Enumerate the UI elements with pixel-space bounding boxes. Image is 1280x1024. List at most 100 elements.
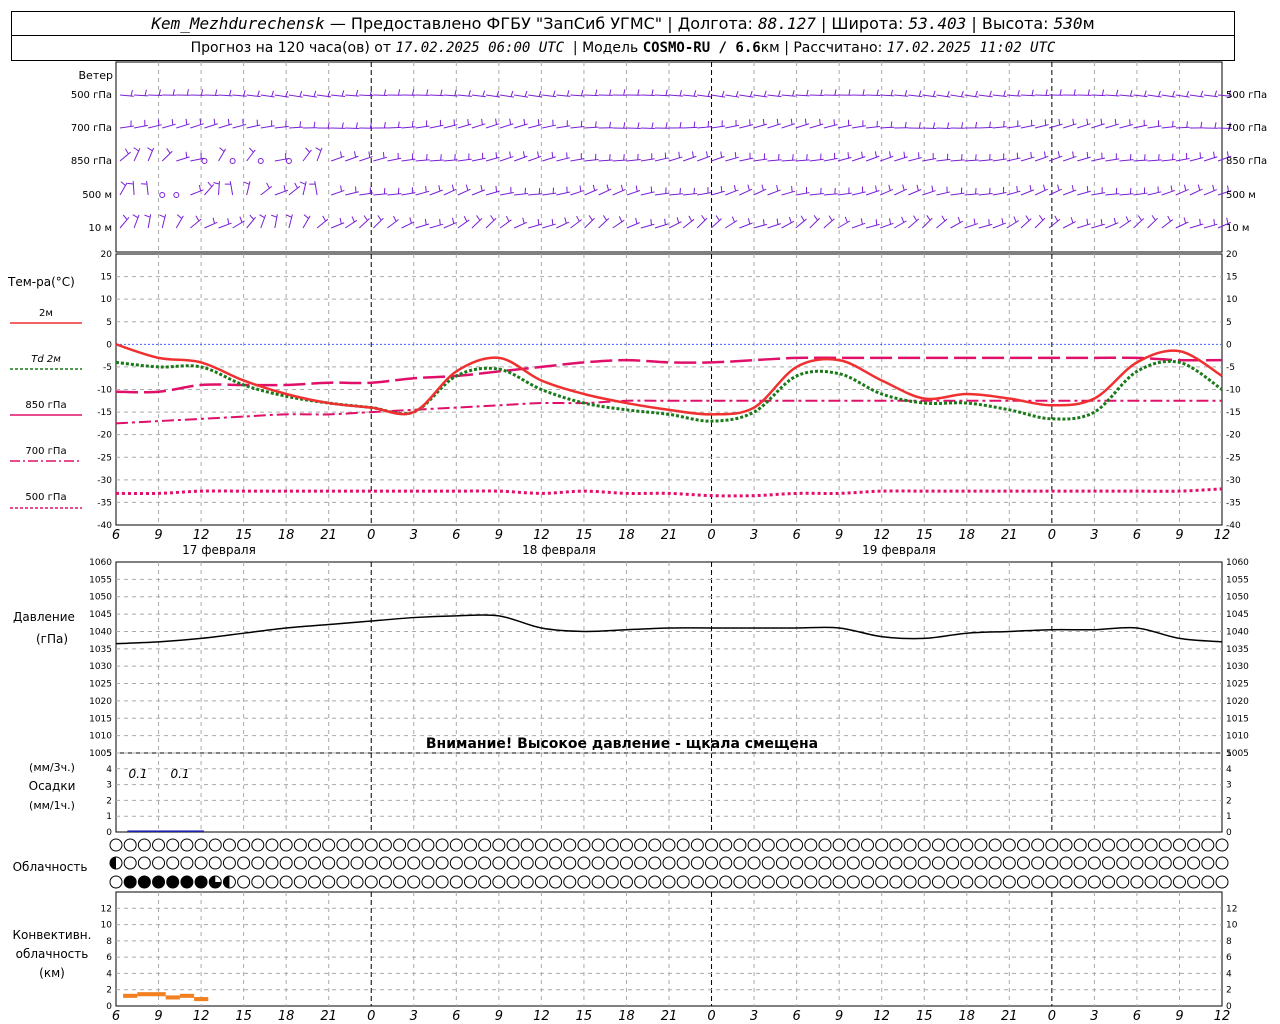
wind-barb xyxy=(640,223,655,229)
wind-barb xyxy=(823,193,838,196)
wind-barb-feather xyxy=(1025,215,1030,221)
cloud-cover-clear-icon xyxy=(137,856,151,870)
wind-barb xyxy=(457,188,471,196)
wind-barb-feather xyxy=(1001,218,1004,225)
pressure-ytick-label-left: 1050 xyxy=(89,593,112,603)
cloud-cover-clear-icon xyxy=(1045,875,1059,889)
cloud-cover-clear-icon xyxy=(889,875,903,889)
wind-barb-feather xyxy=(122,214,128,220)
wind-barb xyxy=(851,222,866,229)
wind-barb xyxy=(781,159,796,162)
cloud-cover-full-icon xyxy=(137,875,151,889)
temp-series-line xyxy=(115,343,1223,416)
cloud-cover-clear-icon xyxy=(818,875,832,889)
cloud-cover-clear-icon xyxy=(846,838,860,852)
wind-barb-feather xyxy=(212,217,216,224)
cloud-cover-clear-icon xyxy=(137,838,151,852)
wind-barb-feather xyxy=(377,215,382,221)
wind-barb xyxy=(711,190,725,196)
wind-barb-feather xyxy=(451,217,455,224)
wind-barb-feather xyxy=(720,186,723,193)
hour-label-mid: 9 xyxy=(835,528,843,543)
wind-barb-feather xyxy=(424,218,427,225)
wind-barb xyxy=(584,94,599,97)
wind-barb-feather xyxy=(392,215,397,222)
wind-barb xyxy=(330,155,345,162)
cloud-cover-clear-icon xyxy=(364,875,378,889)
wind-barb-feather xyxy=(355,89,359,96)
cloud-cover-clear-icon xyxy=(1201,875,1215,889)
cloud-cover-clear-icon xyxy=(676,856,690,870)
cloud-cover-clear-icon xyxy=(931,875,945,889)
cloud-cover-clear-icon xyxy=(322,875,336,889)
wind-barb xyxy=(851,125,866,129)
cloud-cover-clear-icon xyxy=(988,875,1002,889)
cloud-cover-clear-icon xyxy=(1031,838,1045,852)
wind-barb-feather xyxy=(176,214,183,219)
cloud-cover-clear-icon xyxy=(903,875,917,889)
wind-barb xyxy=(190,218,202,229)
cloud-cover-clear-icon xyxy=(662,875,676,889)
wind-barb xyxy=(471,157,486,162)
precip-ytick-label-left: 5 xyxy=(106,749,112,759)
wind-barb-feather xyxy=(707,90,711,97)
cloud-cover-clear-icon xyxy=(1102,838,1116,852)
wind-barb-feather xyxy=(524,90,528,97)
cloud-cover-clear-icon xyxy=(506,838,520,852)
wind-barb-feather xyxy=(495,152,498,159)
cloud-cover-clear-icon xyxy=(960,838,974,852)
cloud-cover-clear-icon xyxy=(1144,838,1158,852)
precip-ytick-label-right: 3 xyxy=(1226,781,1232,791)
hour-label-bottom: 15 xyxy=(916,1009,933,1024)
cloud-cover-clear-icon xyxy=(1201,856,1215,870)
wind-barb xyxy=(781,220,795,229)
wind-barb xyxy=(668,156,683,162)
wind-barb-feather xyxy=(890,121,893,128)
wind-barb-feather xyxy=(185,151,188,158)
temp-ytick-label-left: -20 xyxy=(97,431,112,441)
cloud-cover-clear-icon xyxy=(690,856,704,870)
temp-ytick-label-right: 15 xyxy=(1226,273,1237,283)
cloud-cover-clear-icon xyxy=(861,838,875,852)
wind-barb xyxy=(907,218,920,229)
wind-barb xyxy=(260,125,275,129)
wind-barb xyxy=(1203,94,1218,98)
cloud-cover-clear-icon xyxy=(1087,856,1101,870)
wind-barb xyxy=(894,188,908,196)
wind-barb xyxy=(1063,123,1077,129)
wind-barb-feather xyxy=(1183,184,1187,191)
pressure-ytick-label-right: 1050 xyxy=(1226,593,1249,603)
wind-level-label-right: 850 гПа xyxy=(1226,156,1267,167)
wind-barb-feather xyxy=(426,89,429,96)
wind-barb xyxy=(978,223,993,229)
wind-barb-feather xyxy=(595,89,598,96)
wind-barb-feather xyxy=(243,90,246,97)
cloud-cover-clear-icon xyxy=(591,838,605,852)
wind-barb xyxy=(1161,126,1176,129)
wind-barb-feather xyxy=(763,219,765,226)
wind-barb-feather xyxy=(124,148,129,155)
wind-barb xyxy=(781,123,796,129)
wind-barb-feather xyxy=(828,215,833,222)
wind-barb-feather xyxy=(285,214,292,218)
wind-barb-feather xyxy=(229,89,232,96)
wind-barb xyxy=(978,159,993,162)
wind-barb xyxy=(513,221,528,229)
wind-barb-feather xyxy=(635,217,638,224)
wind-barb-feather xyxy=(888,151,892,158)
wind-barb-feather xyxy=(564,217,567,224)
cloud-cover-clear-icon xyxy=(889,838,903,852)
wind-barb xyxy=(1006,220,1019,229)
wind-barb-feather xyxy=(351,216,355,223)
wind-barb xyxy=(1189,223,1204,229)
wind-barb-feather xyxy=(609,121,612,128)
wind-barb xyxy=(950,192,965,196)
cloud-cover-clear-icon xyxy=(1031,856,1045,870)
conv-label-1: Конвективн. xyxy=(13,928,92,942)
cloud-cover-clear-icon xyxy=(1116,856,1130,870)
wind-barb xyxy=(1189,188,1203,196)
cloud-cover-clear-icon xyxy=(421,875,435,889)
hour-label-bottom: 15 xyxy=(235,1009,252,1024)
wind-barb xyxy=(584,189,598,196)
wind-barb xyxy=(162,123,176,129)
